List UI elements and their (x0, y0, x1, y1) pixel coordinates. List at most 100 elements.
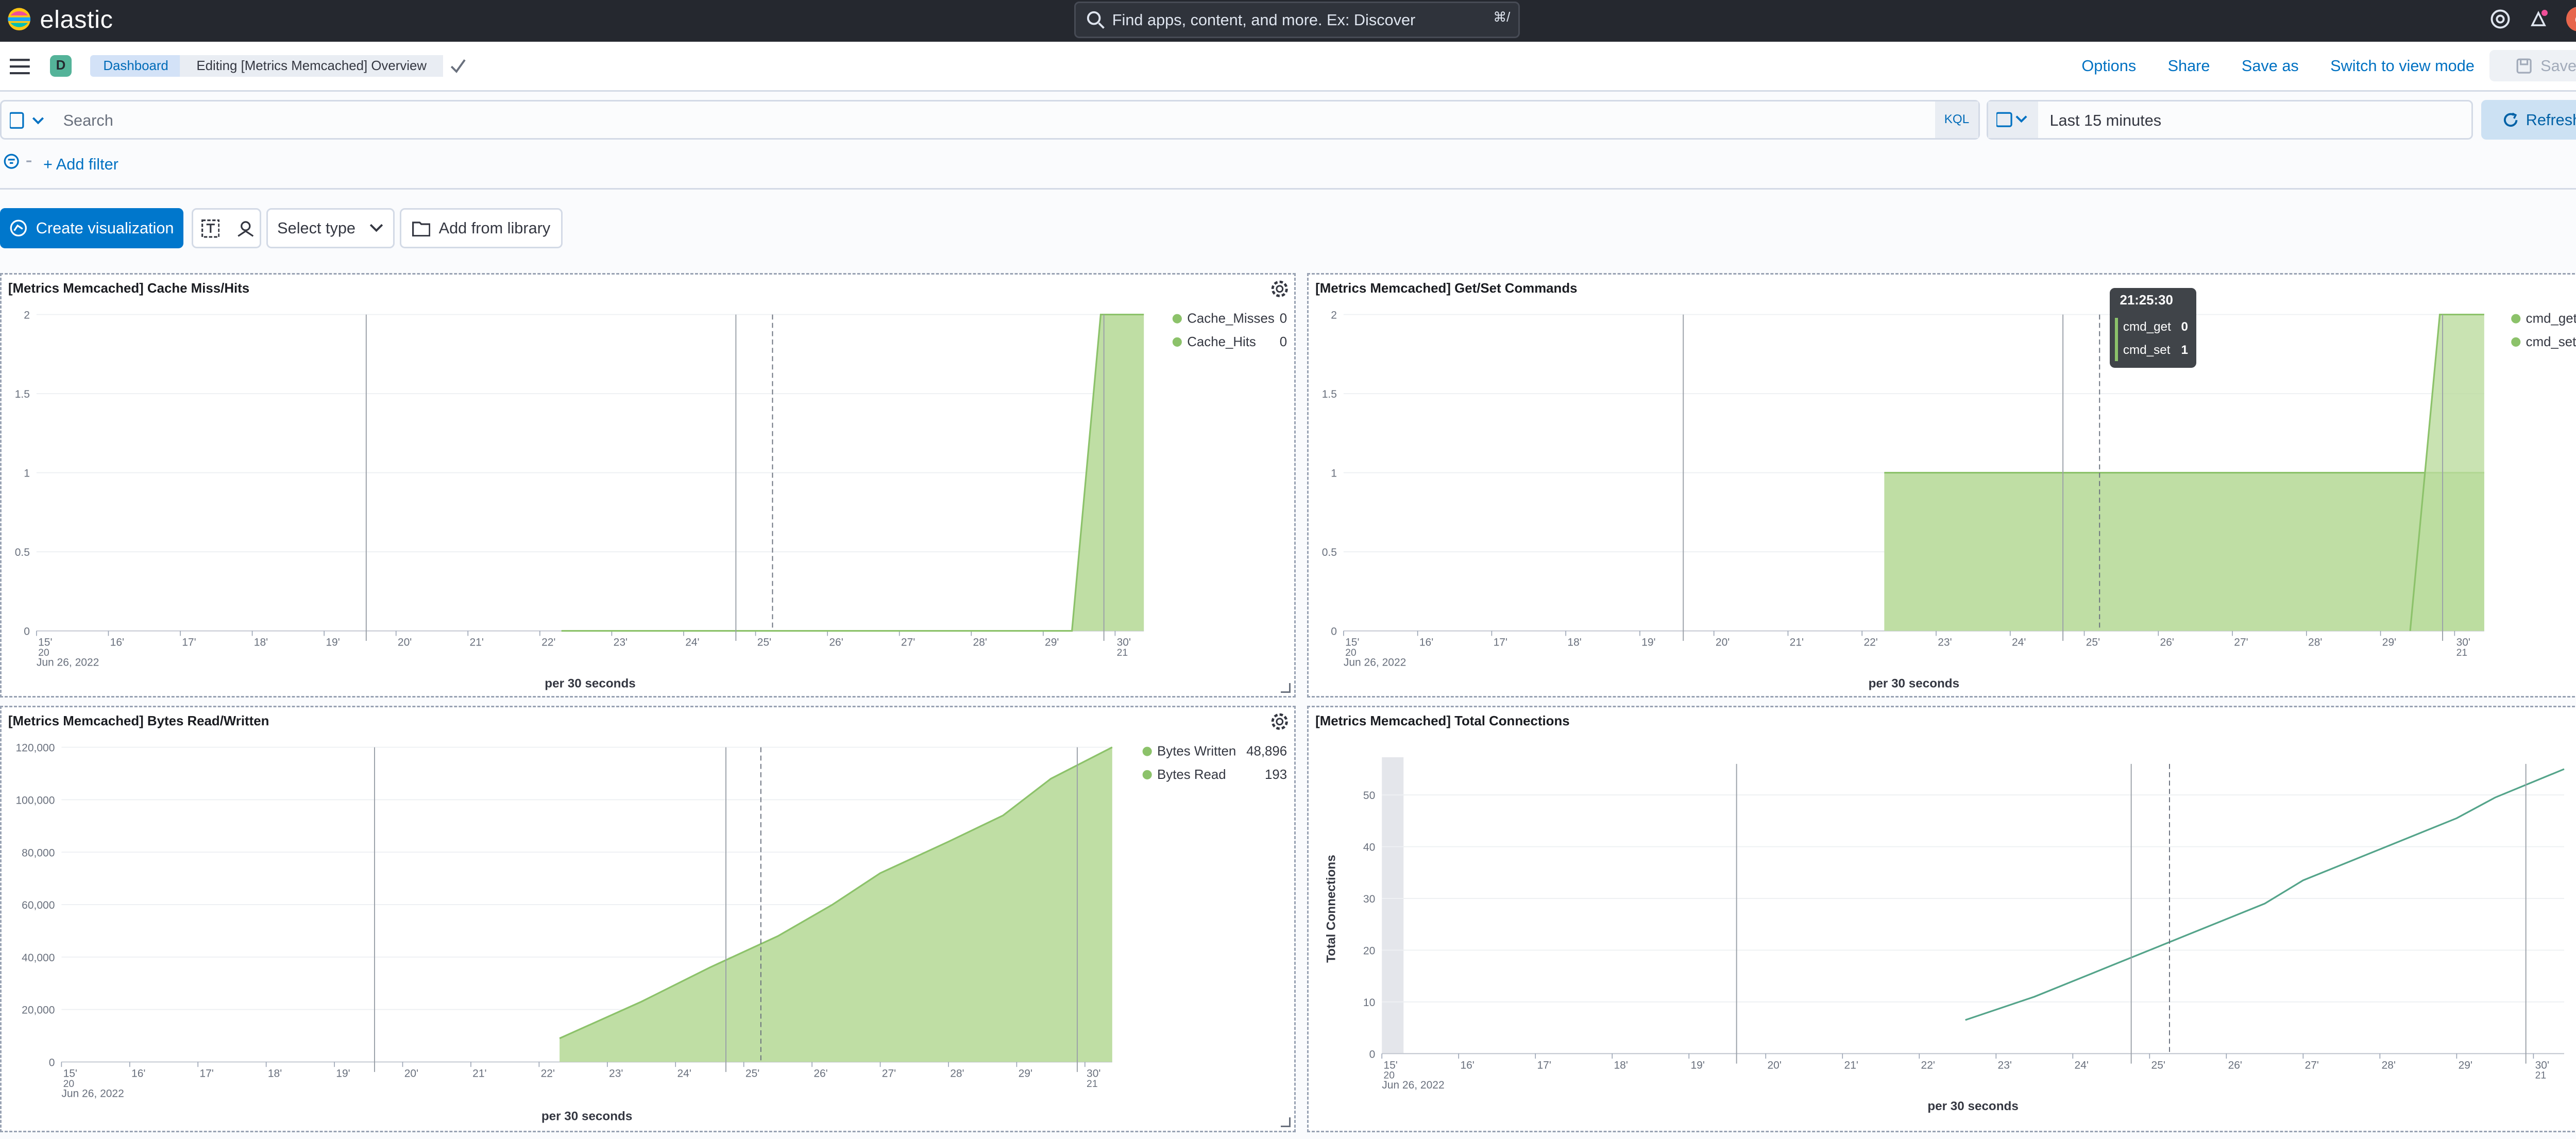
x-tick-label: 26' (814, 1068, 827, 1080)
elastic-logo-icon (7, 7, 31, 31)
y-tick-label: 0 (1369, 1049, 1376, 1061)
x-tick-label: 18' (268, 1068, 282, 1080)
y-tick-label: 10 (1363, 997, 1375, 1009)
x-axis-title: per 30 seconds (1928, 1100, 2019, 1114)
chevron-down-icon (369, 223, 384, 233)
tooltip-time: 21:25:30 (2120, 293, 2173, 308)
x-tick-label: 17' (1537, 1060, 1551, 1072)
filter-menu-icon[interactable] (3, 153, 37, 169)
save-button[interactable]: Save (2489, 50, 2576, 81)
x-tick-label: 21' (1790, 637, 1804, 649)
text-panel-icon[interactable] (201, 219, 220, 238)
panel-get-set-commands[interactable]: [Metrics Memcached] Get/Set Commands 00.… (1307, 273, 2576, 698)
tooltip-row-value: 0 (2181, 320, 2188, 334)
x-tick-label: 17' (182, 637, 196, 649)
maps-icon[interactable] (236, 219, 255, 238)
x-tick-label: 18' (1568, 637, 1582, 649)
y-tick-label: 2 (1331, 310, 1337, 321)
space-avatar[interactable]: D (50, 55, 72, 77)
search-shortcut: ⌘/ (1493, 10, 1510, 25)
y-tick-label: 100,000 (16, 795, 55, 807)
query-input[interactable]: Search KQL (0, 100, 1980, 140)
x-axis-title: per 30 seconds (1869, 677, 1959, 691)
tooltip-row-label: cmd_get (2123, 320, 2171, 334)
panel-options-gear-icon[interactable] (1270, 280, 1289, 298)
refresh-icon (2502, 112, 2519, 128)
x-tick-label: 26' (2160, 637, 2174, 649)
x-tick-label: 28' (973, 637, 987, 649)
bytes-read-written-chart: 020,00040,00060,00080,000100,000120,0001… (2, 707, 1294, 1130)
breadcrumb-current: Editing [Metrics Memcached] Overview (180, 55, 443, 77)
x-tick-label: 27' (2305, 1060, 2319, 1072)
x-tick-sublabel: 21 (2456, 647, 2468, 658)
x-tick-label: 20' (1768, 1060, 1782, 1072)
series-line-total-connections (1965, 769, 2564, 1020)
menu-icon[interactable] (10, 58, 30, 75)
x-tick-label: 17' (1494, 637, 1507, 649)
y-tick-label: 50 (1363, 790, 1375, 802)
user-avatar[interactable]: e (2566, 7, 2576, 31)
x-tick-label: 29' (1045, 637, 1059, 649)
chart-tooltip: 21:25:30 cmd_get 0 cmd_set 1 (2110, 288, 2196, 368)
x-tick-label: 21' (472, 1068, 486, 1080)
y-tick-label: 40 (1363, 842, 1375, 854)
y-tick-label: 1.5 (15, 388, 30, 400)
refresh-label: Refresh (2526, 111, 2576, 129)
create-visualization-button[interactable]: Create visualization (0, 208, 183, 248)
x-tick-label: 24' (677, 1068, 691, 1080)
add-from-library-button[interactable]: Add from library (400, 208, 563, 248)
kql-toggle[interactable]: KQL (1935, 101, 1978, 138)
panel-title: [Metrics Memcached] Cache Miss/Hits (8, 281, 249, 296)
panel-resize-handle[interactable] (1281, 1117, 1291, 1127)
global-search-placeholder: Find apps, content, and more. Ex: Discov… (1112, 11, 1415, 29)
saved-query-icon[interactable] (10, 111, 50, 131)
panel-resize-handle[interactable] (1281, 683, 1291, 693)
y-tick-label: 0.5 (1322, 547, 1337, 558)
quick-select-button[interactable] (1988, 101, 2038, 138)
x-tick-label: 27' (882, 1068, 896, 1080)
x-tick-label: 16' (110, 637, 124, 649)
x-date-label: Jun 26, 2022 (1382, 1080, 1444, 1092)
x-tick-label: 28' (2382, 1060, 2396, 1072)
legend-swatch (2511, 314, 2520, 324)
x-tick-label: 25' (2086, 637, 2100, 649)
series-area-cmd-set (1885, 473, 2485, 631)
options-link[interactable]: Options (2081, 57, 2136, 75)
x-tick-label: 25' (757, 637, 771, 649)
help-icon[interactable] (2489, 8, 2511, 30)
x-tick-label: 23' (609, 1068, 623, 1080)
news-feed-icon[interactable] (2528, 8, 2549, 30)
select-type-label: Select type (277, 219, 355, 237)
global-search-input[interactable]: Find apps, content, and more. Ex: Discov… (1074, 2, 1520, 38)
time-picker[interactable]: Last 15 minutes (1987, 100, 2473, 140)
x-tick-label: 26' (829, 637, 843, 649)
x-tick-label: 16' (1461, 1060, 1475, 1072)
divider (0, 188, 2576, 190)
x-tick-label: 17' (199, 1068, 213, 1080)
panel-options-gear-icon[interactable] (1270, 712, 1289, 731)
switch-view-mode-link[interactable]: Switch to view mode (2330, 57, 2475, 75)
x-tick-label: 20' (404, 1068, 418, 1080)
check-icon[interactable] (450, 58, 466, 73)
legend-label: Bytes Read (1157, 768, 1226, 782)
save-as-link[interactable]: Save as (2242, 57, 2299, 75)
x-tick-label: 21' (470, 637, 484, 649)
panel-cache-miss-hits[interactable]: [Metrics Memcached] Cache Miss/Hits 00.5… (0, 273, 1296, 698)
x-tick-label: 29' (2459, 1060, 2472, 1072)
get-set-commands-chart: 00.511.5215'16'17'18'19'20'21'22'23'24'2… (1309, 275, 2576, 696)
share-link[interactable]: Share (2168, 57, 2210, 75)
y-tick-label: 1 (1331, 468, 1337, 480)
x-tick-label: 25' (745, 1068, 759, 1080)
y-tick-label: 1 (24, 468, 30, 480)
legend-swatch (1143, 770, 1152, 779)
panel-total-connections[interactable]: [Metrics Memcached] Total Connections 01… (1307, 706, 2576, 1132)
select-type-dropdown[interactable]: Select type (266, 208, 395, 248)
elastic-logo[interactable]: elastic (7, 5, 113, 34)
x-tick-label: 16' (131, 1068, 145, 1080)
panel-bytes-read-written[interactable]: [Metrics Memcached] Bytes Read/Written 0… (0, 706, 1296, 1132)
legend-swatch (2511, 337, 2520, 347)
breadcrumb-dashboard[interactable]: Dashboard (90, 55, 182, 77)
x-tick-label: 28' (2308, 637, 2322, 649)
add-filter-link[interactable]: + Add filter (43, 155, 118, 174)
refresh-button[interactable]: Refresh (2481, 100, 2576, 140)
